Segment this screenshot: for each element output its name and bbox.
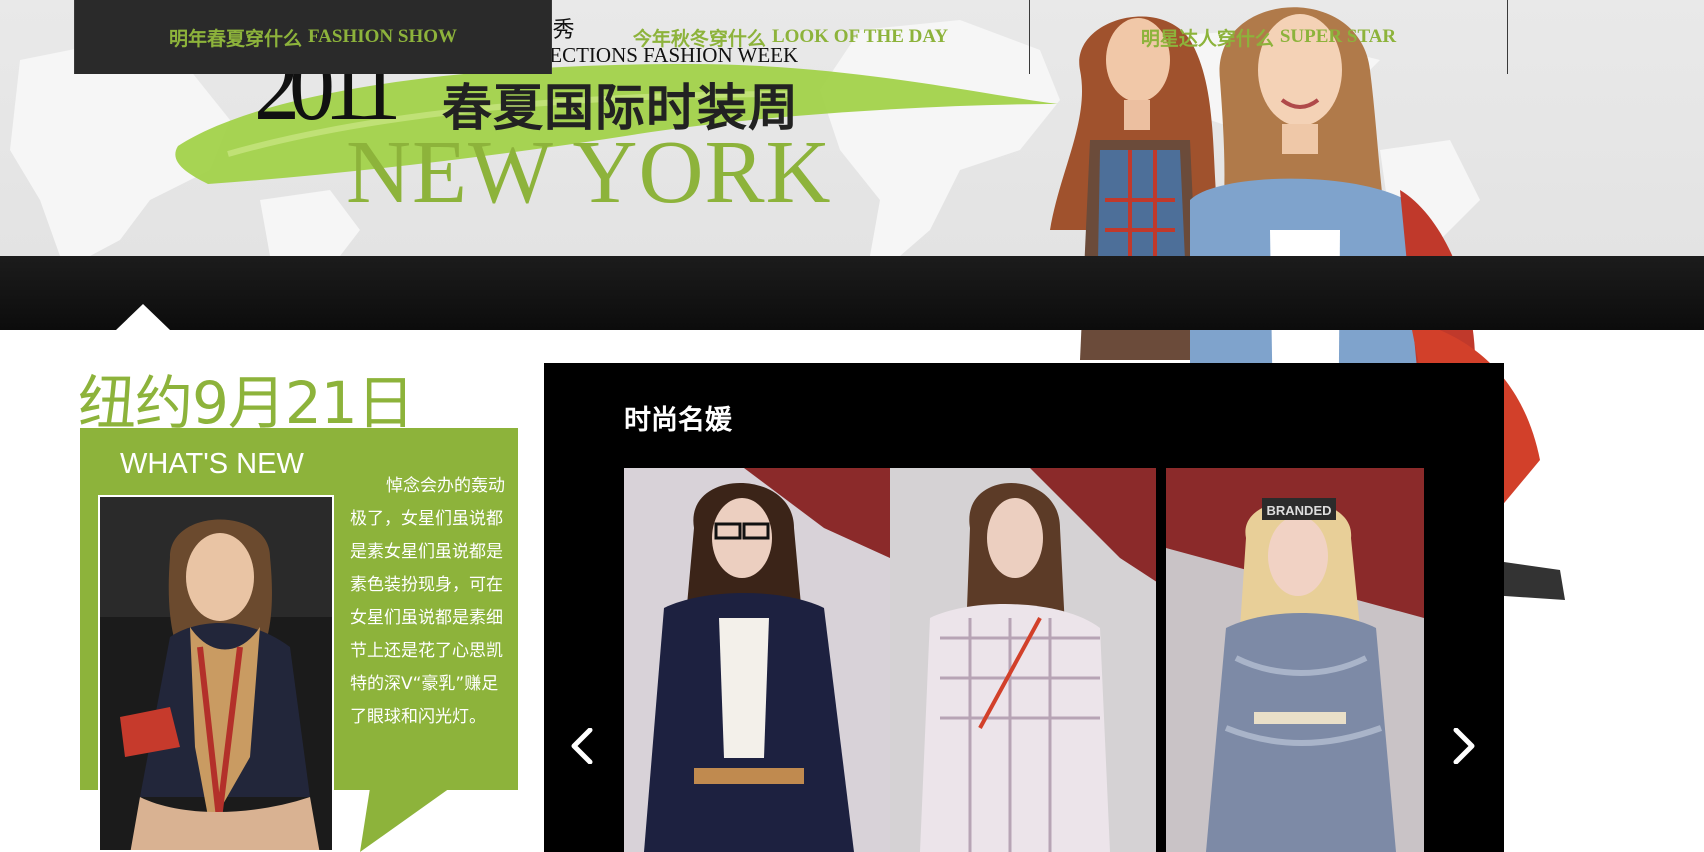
news-photo-image — [100, 497, 332, 850]
gallery-prev-button[interactable] — [562, 726, 602, 766]
nav-tab-look-of-the-day-cn: 今年秋冬穿什么 — [632, 27, 766, 50]
speech-bubble-tail — [360, 788, 450, 852]
news-photo[interactable] — [98, 495, 334, 852]
nav-tab-super-star-en: SUPER STAR — [1279, 26, 1397, 47]
gallery-slide-1-image — [624, 468, 890, 852]
nav-tab-super-star[interactable]: 明星达人穿什么 SUPER STAR — [1030, 0, 1508, 74]
gallery-title: 时尚名媛 — [624, 405, 732, 436]
nav-tab-look-of-the-day-en: LOOK OF THE DAY — [771, 26, 949, 47]
nav-tab-fashion-show-cn: 明年春夏穿什么 — [168, 27, 302, 50]
gallery-slide-3-headband-text: BRANDED — [1267, 503, 1332, 518]
banner-city: NEW YORK — [346, 123, 832, 222]
nav-tab-look-of-the-day[interactable]: 今年秋冬穿什么 LOOK OF THE DAY — [552, 0, 1030, 74]
chevron-right-icon — [1453, 728, 1475, 764]
whats-new-heading: WHAT'S NEW — [120, 448, 304, 480]
main-nav — [0, 256, 1704, 330]
gallery-slide-1[interactable] — [624, 468, 890, 852]
nav-tab-empty — [1508, 0, 1704, 74]
gallery-slide-3[interactable]: BRANDED — [1166, 468, 1424, 852]
nav-tab-super-star-cn: 明星达人穿什么 — [1140, 27, 1274, 50]
news-body-text: 悼念会办的轰动极了，女星们虽说都是素女星们虽说都是素色装扮现身，可在女星们虽说都… — [350, 476, 505, 727]
gallery-slide-3-image: BRANDED — [1166, 468, 1424, 852]
nav-active-indicator — [116, 304, 170, 330]
gallery-slide-2[interactable] — [890, 468, 1156, 852]
chevron-left-icon — [571, 728, 593, 764]
nav-tab-fashion-show[interactable]: 明年春夏穿什么 FASHION SHOW — [74, 0, 552, 74]
gallery-slide-2-image — [890, 468, 1156, 852]
nav-tab-fashion-show-en: FASHION SHOW — [307, 26, 458, 47]
gallery-next-button[interactable] — [1444, 726, 1484, 766]
